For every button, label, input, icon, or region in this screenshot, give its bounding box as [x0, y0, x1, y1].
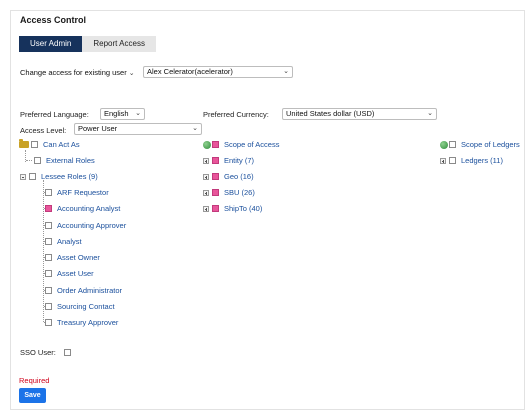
chevron-down-icon: ⌄ [283, 68, 289, 75]
scope-checkbox[interactable] [212, 189, 219, 196]
role-checkbox[interactable] [45, 319, 52, 326]
scope-of-access-link[interactable]: Scope of Access [224, 140, 279, 149]
scope-item: ShipTo (40) [203, 204, 262, 213]
role-link[interactable]: Asset Owner [57, 253, 100, 262]
expand-icon[interactable] [440, 157, 446, 164]
scope-of-access-checkbox[interactable] [212, 141, 219, 148]
collapse-icon[interactable] [20, 173, 26, 180]
ledger-checkbox[interactable] [449, 157, 456, 164]
role-link[interactable]: Analyst [57, 237, 82, 246]
access-level-select[interactable]: Power User ⌄ [74, 123, 202, 135]
scope-item: Entity (7) [203, 156, 254, 165]
tree-line [26, 160, 32, 161]
scope-checkbox[interactable] [212, 173, 219, 180]
external-roles-row: External Roles [34, 156, 95, 165]
role-checkbox[interactable] [45, 270, 52, 277]
can-act-as-row: Can Act As [19, 139, 80, 149]
scope-item: Geo (16) [203, 172, 254, 181]
expand-icon[interactable] [203, 189, 209, 196]
chevron-down-icon: ⌄ [128, 70, 135, 77]
role-item: Accounting Approver [45, 221, 126, 230]
role-item: Sourcing Contact [45, 302, 115, 311]
can-act-as-link[interactable]: Can Act As [43, 140, 80, 149]
tab-bar: User Admin Report Access [19, 36, 156, 52]
role-checkbox[interactable] [45, 238, 52, 245]
lessee-roles-row: Lessee Roles (9) [20, 172, 98, 181]
scope-link[interactable]: Geo (16) [224, 172, 254, 181]
sso-user-checkbox[interactable] [63, 349, 71, 356]
folder-icon [19, 139, 29, 148]
expand-icon[interactable] [203, 157, 209, 164]
chevron-down-icon: ⌄ [192, 125, 198, 132]
required-text: Required [19, 376, 50, 385]
can-act-as-checkbox[interactable] [31, 141, 38, 148]
tab-user-admin[interactable]: User Admin [19, 36, 83, 52]
change-access-select[interactable]: Change access for existing user ⌄ [20, 68, 135, 77]
scope-of-ledgers-link[interactable]: Scope of Ledgers [461, 140, 520, 149]
role-link[interactable]: Accounting Approver [57, 221, 126, 230]
expand-icon[interactable] [203, 173, 209, 180]
role-item: Accounting Analyst [45, 204, 120, 213]
role-item: Treasury Approver [45, 318, 118, 327]
role-link[interactable]: ARF Requestor [57, 188, 109, 197]
role-link[interactable]: Sourcing Contact [57, 302, 115, 311]
role-link[interactable]: Asset User [57, 269, 94, 278]
tree-line [43, 180, 44, 322]
preferred-language-label: Preferred Language: [20, 110, 89, 119]
preferred-currency-value: United States dollar (USD) [286, 109, 375, 118]
access-level-value: Power User [78, 124, 118, 133]
role-link[interactable]: Order Administrator [57, 286, 122, 295]
lessee-roles-link[interactable]: Lessee Roles (9) [41, 172, 98, 181]
scope-checkbox[interactable] [212, 157, 219, 164]
sso-user-row: SSO User: [20, 348, 76, 357]
sso-user-label: SSO User: [20, 348, 56, 357]
change-access-value: Change access for existing user [20, 68, 127, 77]
scope-of-ledgers-row: Scope of Ledgers [440, 140, 520, 149]
chevron-down-icon: ⌄ [427, 110, 433, 117]
role-link[interactable]: Accounting Analyst [57, 204, 120, 213]
tab-report-access[interactable]: Report Access [82, 36, 156, 52]
save-button[interactable]: Save [19, 388, 46, 403]
globe-icon [203, 140, 211, 149]
lessee-roles-checkbox[interactable] [29, 173, 36, 180]
page-title: Access Control [20, 15, 87, 25]
external-roles-checkbox[interactable] [34, 157, 41, 164]
preferred-currency-label: Preferred Currency: [203, 110, 269, 119]
access-level-label: Access Level: [20, 126, 67, 135]
role-checkbox[interactable] [45, 205, 52, 212]
role-item: Asset User [45, 269, 94, 278]
scope-of-ledgers-checkbox[interactable] [449, 141, 456, 148]
role-checkbox[interactable] [45, 287, 52, 294]
preferred-language-value: English [104, 109, 129, 118]
role-checkbox[interactable] [45, 222, 52, 229]
scope-of-access-row: Scope of Access [203, 140, 279, 149]
role-item: Analyst [45, 237, 82, 246]
globe-icon [440, 140, 448, 149]
scope-link[interactable]: ShipTo (40) [224, 204, 262, 213]
preferred-currency-select[interactable]: United States dollar (USD) ⌄ [282, 108, 437, 120]
role-link[interactable]: Treasury Approver [57, 318, 118, 327]
ledger-item: Ledgers (11) [440, 156, 503, 165]
scope-item: SBU (26) [203, 188, 255, 197]
role-checkbox[interactable] [45, 189, 52, 196]
external-roles-link[interactable]: External Roles [46, 156, 95, 165]
ledger-link[interactable]: Ledgers (11) [461, 156, 503, 165]
user-select[interactable]: Alex Celerator(acelerator) ⌄ [143, 66, 293, 78]
scope-link[interactable]: SBU (26) [224, 188, 255, 197]
role-checkbox[interactable] [45, 254, 52, 261]
role-item: Order Administrator [45, 286, 122, 295]
scope-link[interactable]: Entity (7) [224, 156, 254, 165]
expand-icon[interactable] [203, 205, 209, 212]
chevron-down-icon: ⌄ [135, 110, 141, 117]
role-checkbox[interactable] [45, 303, 52, 310]
scope-checkbox[interactable] [212, 205, 219, 212]
preferred-language-select[interactable]: English ⌄ [100, 108, 145, 120]
user-select-value: Alex Celerator(acelerator) [147, 67, 233, 76]
role-item: ARF Requestor [45, 188, 109, 197]
role-item: Asset Owner [45, 253, 100, 262]
